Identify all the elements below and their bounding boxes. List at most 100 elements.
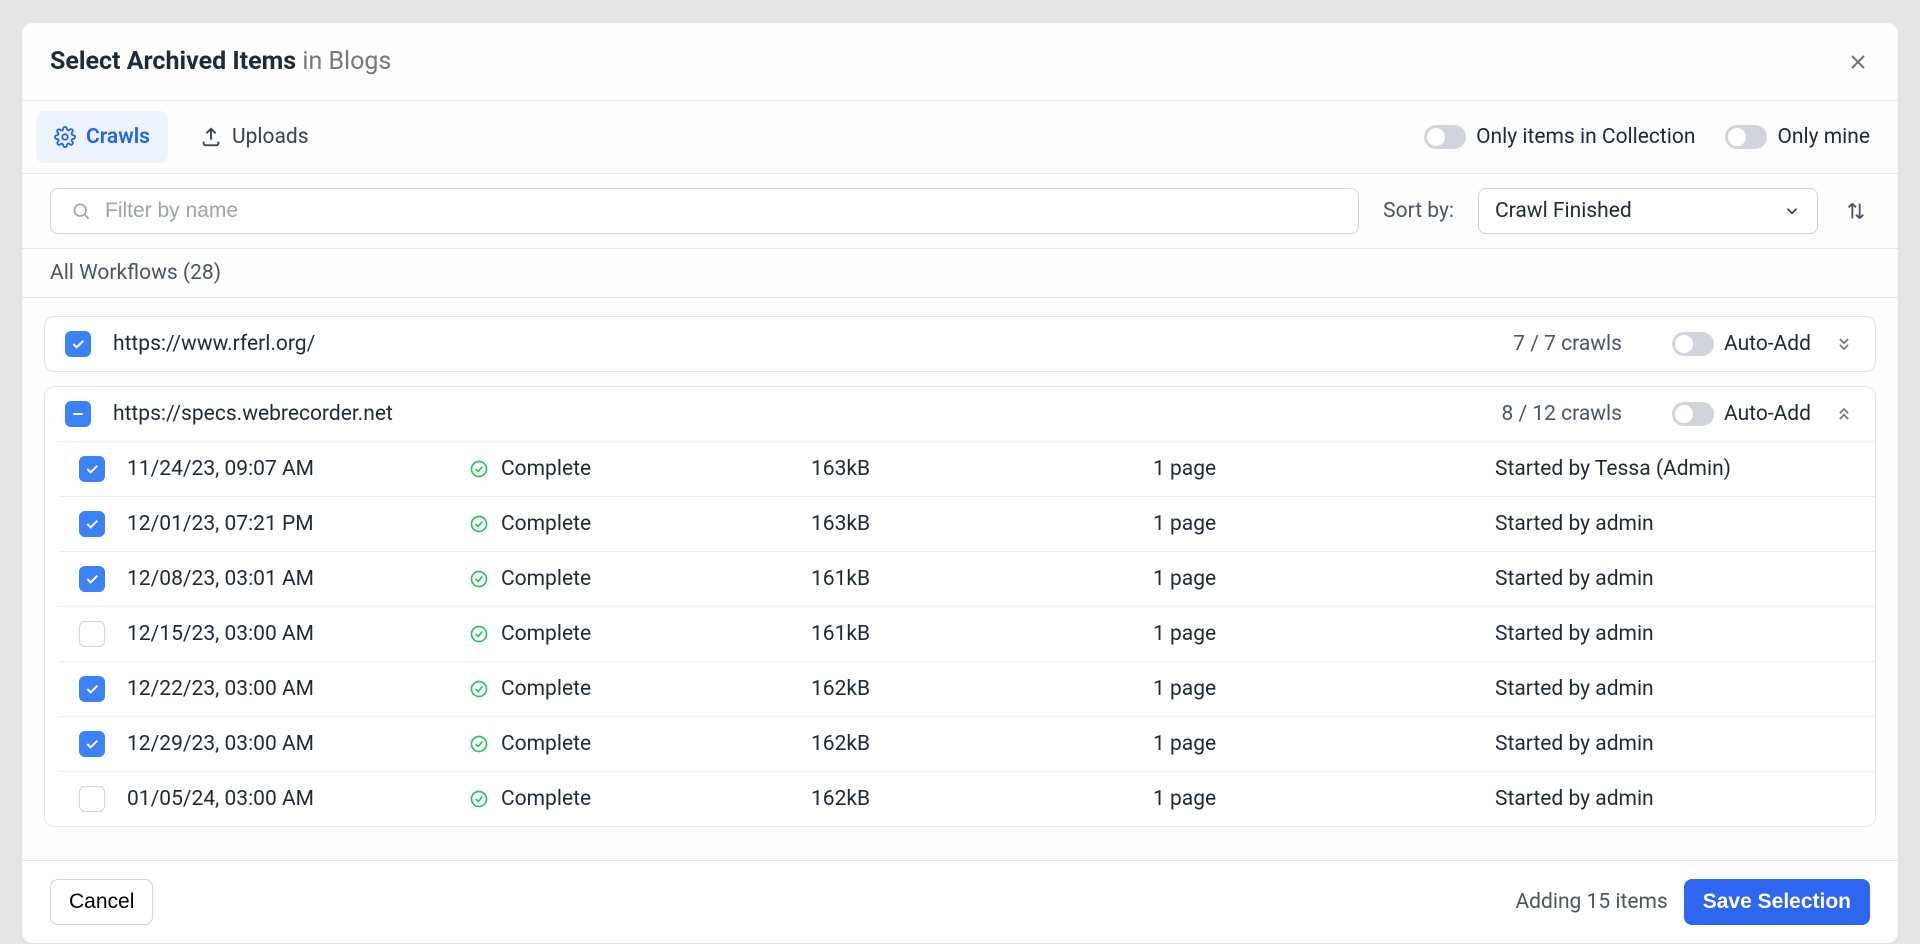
crawl-row[interactable]: 01/05/24, 03:00 AMComplete162kB1 pageSta… [59,771,1875,826]
dialog-footer: Cancel Adding 15 items Save Selection [22,860,1898,943]
auto-add-toggle[interactable]: Auto-Add [1672,332,1811,356]
crawl-checkbox[interactable] [79,676,105,702]
group-checkbox[interactable] [65,401,91,427]
group-title: https://specs.webrecorder.net [113,402,393,426]
check-circle-icon [469,734,489,754]
crawl-checkbox[interactable] [79,786,105,812]
crawl-pages: 1 page [1153,622,1473,646]
check-circle-icon [469,514,489,534]
auto-add-label: Auto-Add [1724,332,1811,356]
crawl-date: 12/15/23, 03:00 AM [127,622,447,646]
crawl-date: 12/08/23, 03:01 AM [127,567,447,591]
dialog-title: Select Archived Items in Blogs [50,47,391,76]
crawl-row[interactable]: 12/22/23, 03:00 AM Complete 162kB 1 page Sta… [59,661,1875,716]
crawl-status: Complete [469,567,789,591]
dialog-header: Select Archived Items in Blogs [22,23,1898,101]
crawl-size: 161kB [811,622,1131,646]
switch-icon [1725,125,1767,149]
sort-arrows-icon [1845,200,1867,222]
select-archived-items-dialog: Select Archived Items in Blogs Crawls Up… [21,22,1899,944]
filter-input-field[interactable] [105,199,1338,223]
filter-by-name-input[interactable] [50,188,1359,234]
check-circle-icon [469,459,489,479]
chevron-down-icon [1783,202,1801,220]
group-crawl-count: 8 / 12 crawls [1501,402,1622,426]
crawl-status: Complete [469,512,789,536]
close-button[interactable] [1846,50,1870,74]
auto-add-label: Auto-Add [1724,402,1811,426]
workflow-group-header[interactable]: https://specs.webrecorder.net 8 / 12 craw… [45,387,1875,441]
switch-icon [1672,332,1714,356]
workflows-list[interactable]: https://www.rferl.org/7 / 7 crawls Auto-A… [22,298,1898,860]
crawl-date: 12/22/23, 03:00 AM [127,677,447,701]
group-crawl-count: 7 / 7 crawls [1513,332,1622,356]
tab-crawls-label: Crawls [86,125,150,149]
sort-direction-button[interactable] [1842,197,1870,225]
tabs-row: Crawls Uploads Only items in Collection … [22,101,1898,174]
check-circle-icon [469,789,489,809]
sort-by-label: Sort by: [1383,199,1454,223]
crawl-row[interactable]: 12/15/23, 03:00 AM Complete 161kB 1 page Sta… [59,606,1875,661]
crawl-checkbox[interactable] [79,566,105,592]
search-icon [71,201,91,221]
crawl-pages: 1 page [1153,677,1473,701]
crawl-size: 162kB [811,677,1131,701]
group-title: https://www.rferl.org/ [113,332,315,356]
crawl-row[interactable]: 12/29/23, 03:00 AMComplete162kB1 pageSta… [59,716,1875,771]
expand-toggle[interactable] [1833,404,1855,424]
title-main: Select Archived Items [50,47,296,76]
all-workflows-heading: All Workflows (28) [22,249,1898,298]
crawl-starter: Started by admin [1495,567,1855,591]
crawl-checkbox[interactable] [79,511,105,537]
crawl-checkbox[interactable] [79,621,105,647]
crawl-starter: Started by admin [1495,787,1855,811]
check-circle-icon [469,624,489,644]
workflow-group: https://www.rferl.org/7 / 7 crawls Auto-A… [44,316,1876,372]
crawl-date: 12/29/23, 03:00 AM [127,732,447,756]
crawl-row[interactable]: 11/24/23, 09:07 AMComplete163kB1 pageSta… [59,441,1875,496]
expand-toggle[interactable] [1833,334,1855,354]
crawl-starter: Started by admin [1495,512,1855,536]
only-mine-label: Only mine [1777,125,1870,149]
crawl-starter: Started by admin [1495,622,1855,646]
crawl-size: 162kB [811,732,1131,756]
sort-by-value: Crawl Finished [1495,199,1632,223]
check-circle-icon [469,679,489,699]
crawl-date: 12/01/23, 07:21 PM [127,512,447,536]
crawl-pages: 1 page [1153,567,1473,591]
only-collection-toggle[interactable]: Only items in Collection [1424,125,1695,149]
only-collection-label: Only items in Collection [1476,125,1695,149]
crawl-checkbox[interactable] [79,731,105,757]
crawl-status: Complete [469,732,789,756]
crawl-checkbox[interactable] [79,456,105,482]
adding-items-status: Adding 15 items [1515,890,1667,914]
tab-uploads[interactable]: Uploads [182,111,327,163]
gear-icon [54,126,76,148]
tab-uploads-label: Uploads [232,125,309,149]
workflow-group: https://specs.webrecorder.net 8 / 12 craw… [44,386,1876,827]
crawl-size: 162kB [811,787,1131,811]
switch-icon [1672,402,1714,426]
only-mine-toggle[interactable]: Only mine [1725,125,1870,149]
crawl-status: Complete [469,677,789,701]
crawl-size: 161kB [811,567,1131,591]
crawl-status: Complete [469,787,789,811]
crawl-list: 11/24/23, 09:07 AM Complete 163kB 1 page Sta… [59,441,1875,826]
crawl-date: 11/24/23, 09:07 AM [127,457,447,481]
crawl-row[interactable]: 12/01/23, 07:21 PMComplete163kB1 pageSta… [59,496,1875,551]
crawl-row[interactable]: 12/08/23, 03:01 AM Complete 161kB 1 page Sta… [59,551,1875,606]
filter-row: Sort by: Crawl Finished [22,174,1898,249]
tab-crawls[interactable]: Crawls [36,111,168,163]
save-selection-button[interactable]: Save Selection [1684,879,1870,925]
crawl-starter: Started by admin [1495,732,1855,756]
crawl-starter: Started by admin [1495,677,1855,701]
group-checkbox[interactable] [65,331,91,357]
crawl-status: Complete [469,622,789,646]
cancel-button[interactable]: Cancel [50,879,153,925]
workflow-group-header[interactable]: https://www.rferl.org/7 / 7 crawls Auto-A… [45,317,1875,371]
sort-by-select[interactable]: Crawl Finished [1478,188,1818,234]
auto-add-toggle[interactable]: Auto-Add [1672,402,1811,426]
close-icon [1848,52,1868,72]
check-circle-icon [469,569,489,589]
crawl-size: 163kB [811,512,1131,536]
